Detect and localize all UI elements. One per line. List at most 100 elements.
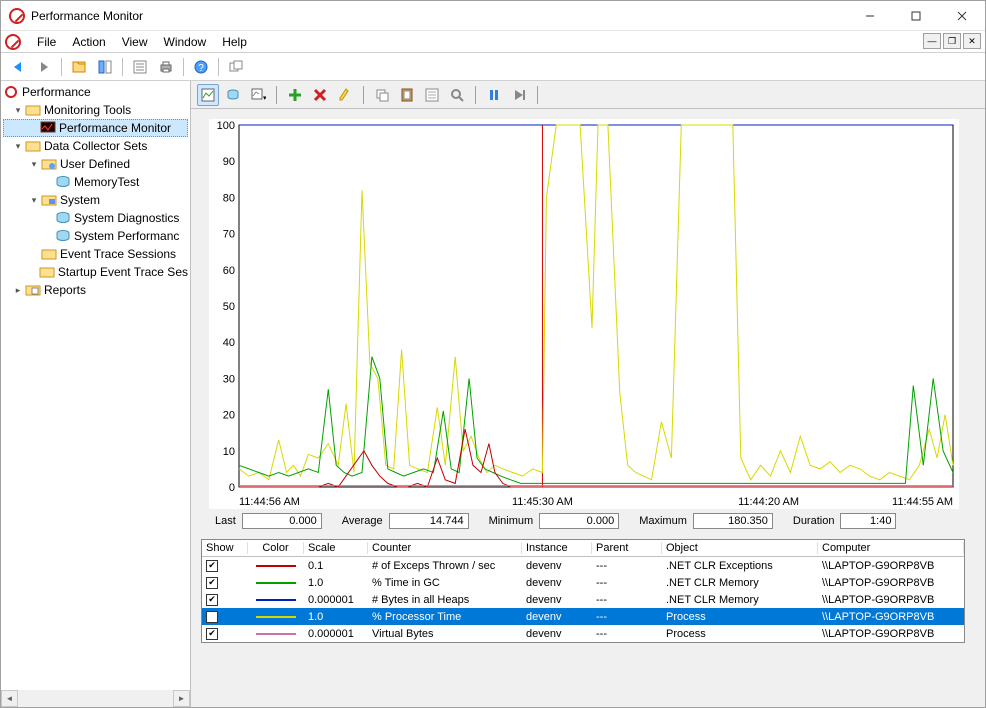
chart-type-button[interactable]: ▾ — [247, 84, 269, 106]
line-chart[interactable]: 010203040506070809010011:44:56 AM11:45:3… — [209, 119, 959, 509]
parent-cell: --- — [592, 594, 662, 606]
new-window-button[interactable] — [225, 56, 247, 78]
hdr-computer[interactable]: Computer — [818, 542, 964, 554]
tree-user-defined[interactable]: ▾ User Defined — [3, 155, 188, 173]
object-cell: .NET CLR Exceptions — [662, 560, 818, 572]
svg-text:0: 0 — [229, 482, 235, 494]
counter-grid[interactable]: Show Color Scale Counter Instance Parent… — [201, 539, 965, 643]
last-label: Last — [215, 515, 236, 527]
tree-startup-event-trace-sessions[interactable]: Startup Event Trace Ses — [3, 263, 188, 281]
minimize-button[interactable] — [847, 1, 893, 31]
tree-system-performance[interactable]: System Performanc — [3, 227, 188, 245]
menu-action[interactable]: Action — [64, 33, 113, 51]
properties-button[interactable] — [421, 84, 443, 106]
scroll-right-button[interactable]: ► — [173, 690, 190, 707]
update-button[interactable] — [508, 84, 530, 106]
tree-memorytest[interactable]: MemoryTest — [3, 173, 188, 191]
hdr-object[interactable]: Object — [662, 542, 818, 554]
separator — [475, 86, 476, 104]
computer-cell: \\LAPTOP-G9ORP8VB — [818, 594, 964, 606]
export-button[interactable] — [129, 56, 151, 78]
grid-row[interactable]: ✔0.1# of Exceps Thrown / secdevenv---.NE… — [202, 557, 964, 574]
show-checkbox[interactable]: ✔ — [206, 577, 218, 589]
parent-cell: --- — [592, 560, 662, 572]
tree-performance-monitor[interactable]: Performance Monitor — [3, 119, 188, 137]
hdr-parent[interactable]: Parent — [592, 542, 662, 554]
chevron-down-icon[interactable]: ▾ — [27, 159, 41, 170]
forward-button[interactable] — [33, 56, 55, 78]
tree-system-diagnostics[interactable]: System Diagnostics — [3, 209, 188, 227]
back-button[interactable] — [7, 56, 29, 78]
scroll-left-button[interactable]: ◄ — [1, 690, 18, 707]
tree-reports[interactable]: ▸ Reports — [3, 281, 188, 299]
help-button[interactable]: ? — [190, 56, 212, 78]
grid-header[interactable]: Show Color Scale Counter Instance Parent… — [202, 540, 964, 557]
svg-text:60: 60 — [223, 265, 235, 277]
view-current-button[interactable] — [197, 84, 219, 106]
collector-set-icon — [55, 210, 71, 226]
show-checkbox[interactable]: ✔ — [206, 560, 218, 572]
add-counter-button[interactable] — [284, 84, 306, 106]
tree-monitoring-tools[interactable]: ▾ Monitoring Tools — [3, 101, 188, 119]
chevron-down-icon[interactable]: ▾ — [11, 105, 25, 116]
menu-help[interactable]: Help — [214, 33, 255, 51]
paste-button[interactable] — [396, 84, 418, 106]
grid-row[interactable]: ✔1.0% Processor Timedevenv---Process\\LA… — [202, 608, 964, 625]
mdi-minimize-button[interactable]: — — [923, 33, 941, 49]
copy-button[interactable] — [371, 84, 393, 106]
tree-event-trace-sessions[interactable]: Event Trace Sessions — [3, 245, 188, 263]
chevron-down-icon[interactable]: ▾ — [27, 195, 41, 206]
folder-icon — [39, 264, 55, 280]
tree-label: MemoryTest — [74, 175, 139, 189]
delete-counter-button[interactable] — [309, 84, 331, 106]
print-button[interactable] — [155, 56, 177, 78]
navigation-tree[interactable]: Performance ▾ Monitoring Tools Performan… — [1, 81, 191, 707]
grid-row[interactable]: ✔1.0% Time in GCdevenv---.NET CLR Memory… — [202, 574, 964, 591]
hdr-scale[interactable]: Scale — [304, 542, 368, 554]
hdr-counter[interactable]: Counter — [368, 542, 522, 554]
menu-file[interactable]: File — [29, 33, 64, 51]
scale-cell: 1.0 — [304, 611, 368, 623]
grid-row[interactable]: ✔0.000001# Bytes in all Heapsdevenv---.N… — [202, 591, 964, 608]
performance-icon — [3, 84, 19, 100]
object-cell: .NET CLR Memory — [662, 577, 818, 589]
window-title: Performance Monitor — [31, 9, 847, 23]
tree-hscrollbar[interactable]: ◄ ► — [1, 690, 190, 707]
hdr-color[interactable]: Color — [248, 542, 304, 554]
show-checkbox[interactable]: ✔ — [206, 594, 218, 606]
svg-text:70: 70 — [223, 229, 235, 241]
properties-button[interactable] — [94, 56, 116, 78]
show-checkbox[interactable]: ✔ — [206, 611, 218, 623]
menubar: File Action View Window Help — ❐ ✕ — [1, 31, 985, 53]
tree-root[interactable]: Performance — [3, 83, 188, 101]
menu-view[interactable]: View — [114, 33, 156, 51]
min-value: 0.000 — [539, 513, 619, 529]
grid-row[interactable]: ✔0.000001Virtual Bytesdevenv---Process\\… — [202, 625, 964, 642]
tree-system[interactable]: ▾ System — [3, 191, 188, 209]
hdr-show[interactable]: Show — [202, 542, 248, 554]
chevron-down-icon[interactable]: ▾ — [11, 141, 25, 152]
mdi-restore-button[interactable]: ❐ — [943, 33, 961, 49]
hdr-instance[interactable]: Instance — [522, 542, 592, 554]
dur-label: Duration — [793, 515, 835, 527]
chevron-right-icon[interactable]: ▸ — [11, 285, 25, 296]
freeze-button[interactable] — [483, 84, 505, 106]
zoom-button[interactable] — [446, 84, 468, 106]
close-button[interactable] — [939, 1, 985, 31]
object-cell: Process — [662, 611, 818, 623]
instance-cell: devenv — [522, 628, 592, 640]
maximize-button[interactable] — [893, 1, 939, 31]
tree-label: Reports — [44, 283, 86, 297]
object-cell: Process — [662, 628, 818, 640]
show-hide-tree-button[interactable] — [68, 56, 90, 78]
menu-window[interactable]: Window — [156, 33, 215, 51]
view-log-button[interactable] — [222, 84, 244, 106]
scroll-track[interactable] — [18, 690, 173, 707]
instance-cell: devenv — [522, 560, 592, 572]
tree-data-collector-sets[interactable]: ▾ Data Collector Sets — [3, 137, 188, 155]
show-checkbox[interactable]: ✔ — [206, 628, 218, 640]
tree-label: System Diagnostics — [74, 211, 179, 225]
mdi-close-button[interactable]: ✕ — [963, 33, 981, 49]
highlight-button[interactable] — [334, 84, 356, 106]
stats-row: Last 0.000 Average 14.744 Minimum 0.000 … — [191, 505, 985, 539]
